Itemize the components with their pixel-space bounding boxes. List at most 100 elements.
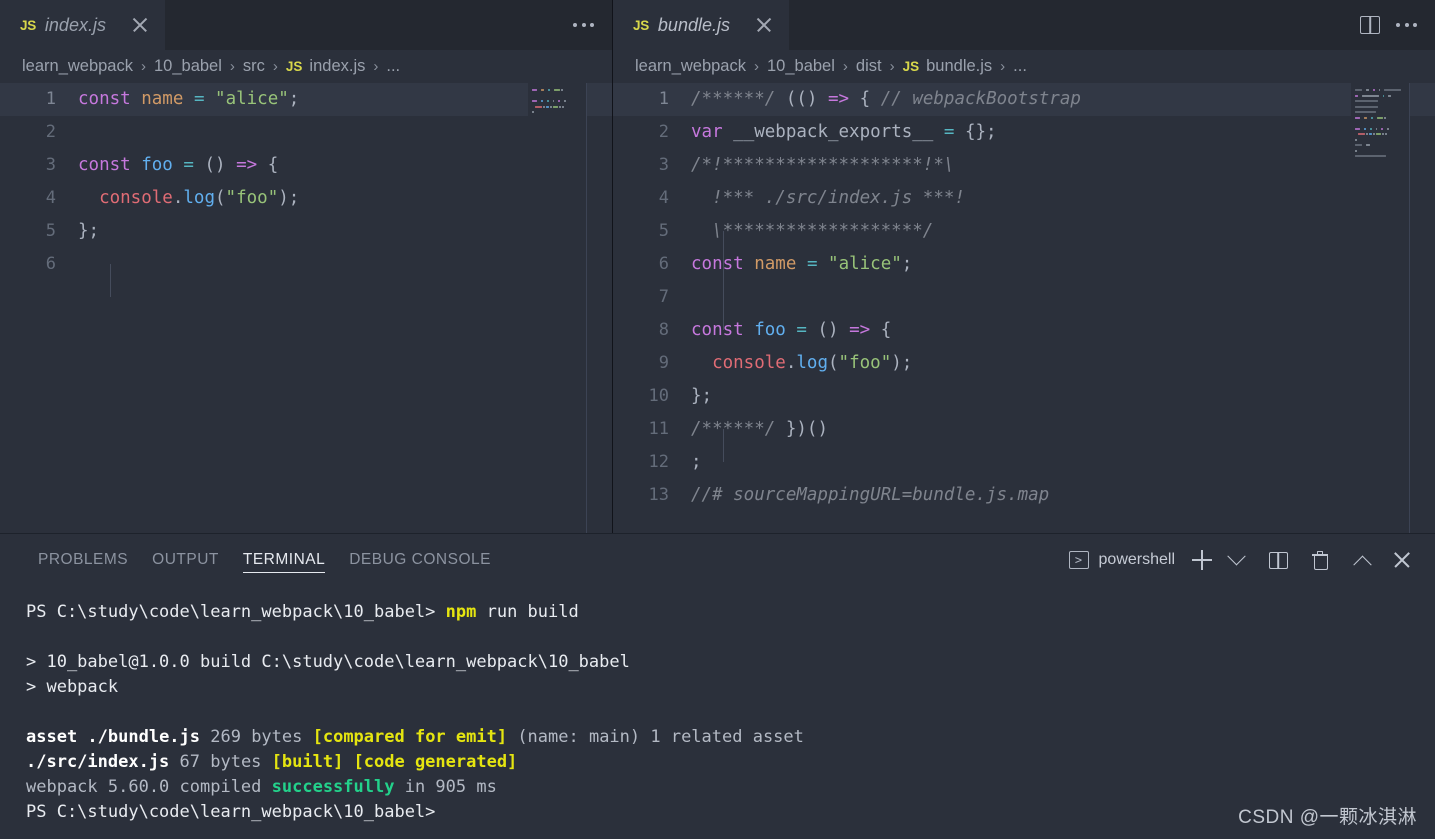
token: __webpack_exports__ bbox=[733, 122, 934, 142]
terminal-dropdown-button[interactable] bbox=[1219, 543, 1253, 577]
panel-tab-debug-console[interactable]: DEBUG CONSOLE bbox=[337, 534, 503, 586]
terminal-output[interactable]: PS C:\study\code\learn_webpack\10_babel>… bbox=[0, 586, 1435, 839]
chevron-right-icon: › bbox=[373, 58, 379, 75]
panel-tab-terminal[interactable]: TERMINAL bbox=[231, 534, 337, 586]
code-line: 6 bbox=[0, 248, 612, 281]
breadcrumb-item-3[interactable]: bundle.js bbox=[926, 57, 992, 76]
editor-scrollbar-left[interactable] bbox=[586, 83, 612, 533]
token: const bbox=[78, 155, 131, 175]
indent-guide bbox=[110, 264, 111, 297]
split-terminal-button[interactable] bbox=[1261, 543, 1295, 577]
chevron-right-icon: › bbox=[754, 58, 759, 75]
code-surface-left[interactable]: 1 const name = "alice"; 2 3 const foo = () =… bbox=[0, 83, 612, 533]
close-icon[interactable] bbox=[129, 14, 151, 36]
tab-index-js[interactable]: JS index.js bbox=[0, 0, 166, 50]
line-text: console.log("foo"); bbox=[691, 347, 912, 380]
more-actions-ellipsis-icon[interactable] bbox=[1396, 0, 1417, 50]
more-actions-ellipsis-icon[interactable] bbox=[573, 0, 594, 50]
terminal-text: [built] [code generated] bbox=[271, 752, 518, 772]
line-text: /******/ })() bbox=[691, 413, 828, 446]
breadcrumb-item-0[interactable]: learn_webpack bbox=[22, 57, 133, 76]
terminal-selector[interactable]: > powershell bbox=[1059, 551, 1185, 569]
token: foo bbox=[141, 155, 173, 175]
code-line: 1 /******/ (() => { // webpackBootstrap bbox=[613, 83, 1435, 116]
breadcrumb-item-2[interactable]: dist bbox=[856, 57, 882, 76]
editor-group-right: JS bundle.js learn_webpack › 10_babel › … bbox=[613, 0, 1435, 533]
panel-tab-output[interactable]: OUTPUT bbox=[140, 534, 231, 586]
terminal-line: > 10_babel@1.0.0 build C:\study\code\lea… bbox=[26, 650, 1435, 675]
terminal-text: ./src/index.js bbox=[26, 752, 170, 772]
breadcrumb-item-4[interactable]: ... bbox=[386, 57, 400, 76]
close-panel-button[interactable] bbox=[1385, 543, 1419, 577]
terminal-line: ./src/index.js 67 bytes [built] [code ge… bbox=[26, 750, 1435, 775]
breadcrumb-item-1[interactable]: 10_babel bbox=[154, 57, 222, 76]
token: console bbox=[99, 188, 173, 208]
line-text: console.log("foo"); bbox=[78, 182, 299, 215]
panel-actions: > powershell bbox=[1059, 534, 1435, 586]
code-line: 12; bbox=[613, 446, 1435, 479]
terminal-shell-name: powershell bbox=[1098, 551, 1175, 568]
line-text: ; bbox=[691, 446, 702, 479]
code-surface-right[interactable]: 1/******/ (() => { // webpackBootstrap 2 v… bbox=[613, 83, 1435, 533]
line-text: const foo = () => { bbox=[691, 314, 891, 347]
terminal-text: PS C:\study\code\learn_webpack\10_babel> bbox=[26, 802, 436, 822]
line-text: //# sourceMappingURL=bundle.js.map bbox=[691, 479, 1049, 512]
line-text: var __webpack_exports__ = {}; bbox=[691, 116, 997, 149]
code-line: 9 console.log("foo"); bbox=[613, 347, 1435, 380]
token: console bbox=[712, 353, 786, 373]
line-text: const name = "alice"; bbox=[691, 248, 912, 281]
tabbar-left: JS index.js bbox=[0, 0, 612, 50]
token: foo bbox=[754, 320, 786, 340]
panel-tab-problems[interactable]: PROBLEMS bbox=[26, 534, 140, 586]
close-icon[interactable] bbox=[753, 14, 775, 36]
token: "foo" bbox=[225, 188, 279, 208]
breadcrumb-item-3[interactable]: index.js bbox=[309, 57, 365, 76]
code-line: 10}; bbox=[613, 380, 1435, 413]
code-line: 8 const foo = () => { bbox=[613, 314, 1435, 347]
terminal-text: > 10_babel@1.0.0 build C:\study\code\lea… bbox=[26, 652, 630, 672]
line-number: 7 bbox=[658, 287, 669, 307]
tab-bundle-js[interactable]: JS bundle.js bbox=[613, 0, 790, 50]
chevron-right-icon: › bbox=[889, 58, 895, 75]
tabbar-actions-right bbox=[1360, 0, 1435, 50]
token: var bbox=[691, 122, 723, 142]
line-text: const foo = () => { bbox=[78, 149, 278, 182]
code-line: 2 bbox=[0, 116, 612, 149]
breadcrumb-item-1[interactable]: 10_babel bbox=[767, 57, 835, 76]
js-file-icon: JS bbox=[902, 59, 920, 74]
chevron-down-icon bbox=[1226, 546, 1246, 565]
breadcrumb-item-4[interactable]: ... bbox=[1013, 57, 1027, 76]
line-text: !*** ./src/index.js ***! bbox=[691, 182, 965, 215]
token: ( bbox=[828, 353, 839, 373]
line-text: /******/ (() => { // webpackBootstrap bbox=[691, 83, 1081, 116]
editor-scrollbar-right[interactable] bbox=[1409, 83, 1435, 533]
terminal-text: run build bbox=[476, 602, 579, 622]
line-number: 8 bbox=[658, 320, 669, 340]
token: = bbox=[183, 155, 194, 175]
maximize-panel-button[interactable] bbox=[1345, 543, 1379, 577]
indent-guide bbox=[723, 231, 724, 330]
line-number: 12 bbox=[648, 452, 669, 472]
token: const bbox=[691, 320, 744, 340]
breadcrumb-right: learn_webpack › 10_babel › dist › JS bun… bbox=[613, 50, 1435, 83]
token: ; bbox=[901, 254, 913, 274]
token: {}; bbox=[964, 122, 997, 142]
new-terminal-button[interactable] bbox=[1185, 543, 1219, 577]
code-lines-left: 1 const name = "alice"; 2 3 const foo = () =… bbox=[0, 83, 612, 281]
split-editor-icon[interactable] bbox=[1360, 16, 1380, 34]
token: const bbox=[691, 254, 744, 274]
trash-icon bbox=[1312, 551, 1328, 570]
code-line: 4 console.log("foo"); bbox=[0, 182, 612, 215]
token: name bbox=[754, 254, 797, 274]
breadcrumb-item-2[interactable]: src bbox=[243, 57, 265, 76]
breadcrumb-item-0[interactable]: learn_webpack bbox=[635, 57, 746, 76]
kill-terminal-button[interactable] bbox=[1303, 543, 1337, 577]
chevron-right-icon: › bbox=[842, 58, 848, 75]
